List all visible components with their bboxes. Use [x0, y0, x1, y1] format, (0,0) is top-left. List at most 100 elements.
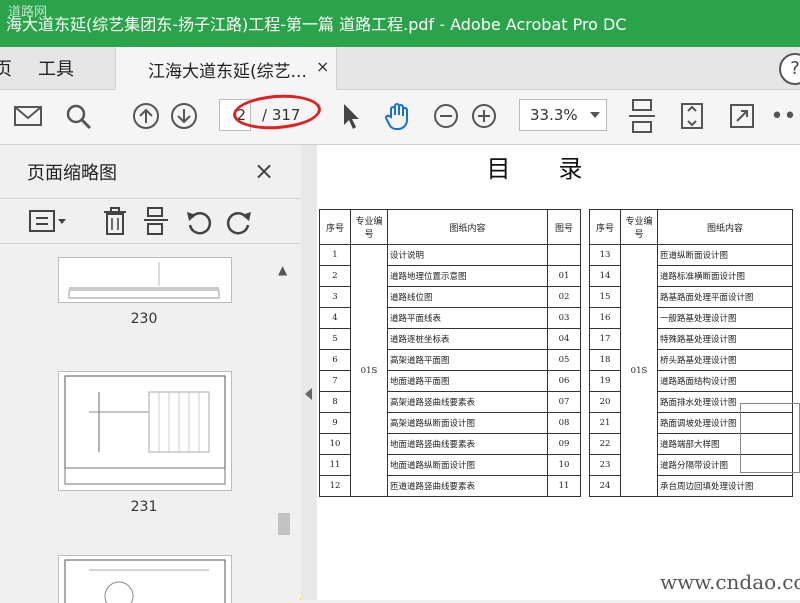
scrollbar-thumb[interactable] [278, 513, 290, 535]
row-number: 1 [319, 244, 351, 266]
table-row: 18 桥头路基处理设计图 [589, 349, 793, 371]
sidebar-title: 页面缩略图 [27, 163, 117, 184]
drawing-code: 05 [547, 349, 581, 371]
search-button[interactable] [60, 98, 96, 134]
row-number: 7 [319, 370, 351, 392]
drawing-code: 10 [547, 454, 581, 476]
header-speciality: 专业编号 [350, 209, 388, 245]
rotate-right-icon[interactable] [226, 207, 254, 235]
cursor-arrow-icon [344, 104, 359, 129]
row-number: 2 [319, 265, 351, 287]
full-screen-button[interactable] [724, 98, 760, 134]
pdf-page: 目录 序号 专业编号 图纸内容 图号 1 01S 设计说明 2 道路地理位置示意图 01 3… [317, 145, 800, 600]
row-number: 20 [589, 391, 621, 413]
catalog-left-body: 1 01S 设计说明 2 道路地理位置示意图 01 3 道路线位图 02 4 道路平面线表 03 5 道路… [319, 244, 581, 497]
document-tab[interactable]: 江海大道东延(综艺... × [115, 47, 337, 90]
row-number: 21 [589, 412, 621, 434]
row-number: 14 [589, 265, 621, 287]
expand-icon [730, 104, 754, 128]
thumbnail-label-231: 231 [130, 499, 158, 515]
minus-circle-icon [434, 104, 458, 128]
fit-page-button[interactable] [624, 98, 660, 134]
row-number: 10 [319, 433, 351, 455]
drawing-name: 地面道路平面图 [387, 370, 548, 392]
next-page-button[interactable] [166, 98, 202, 134]
close-tab-icon[interactable]: × [316, 57, 329, 76]
extract-pages-icon[interactable] [142, 206, 170, 236]
arrow-up-icon [133, 103, 159, 129]
thumbnail-options-icon[interactable] [28, 207, 68, 235]
drawing-name: 设计说明 [387, 244, 548, 266]
header-code: 图号 [547, 209, 581, 245]
zoom-level-value: 33.3% [530, 106, 578, 124]
thumbnail-preview [64, 559, 226, 603]
drawing-code: 04 [547, 328, 581, 350]
thumbnail-page-230[interactable] [58, 257, 232, 303]
document-tab-label: 江海大道东延(综艺... [148, 62, 307, 82]
trash-icon[interactable] [102, 206, 128, 236]
zoom-in-button[interactable] [466, 98, 502, 134]
thumbnail-scrollbar[interactable]: ▲ [275, 258, 293, 600]
toolbar: 2 / 317 33.3% ••• [0, 90, 800, 145]
drawing-name: 地面道路纵断面设计图 [387, 454, 548, 476]
thumbnail-list: 230 231 [0, 243, 270, 603]
table-row: 24 承台周边回填处理设计图 [589, 475, 793, 497]
drawing-name: 道路路面结构设计图 [657, 370, 793, 392]
title-bar: 道路网 海大道东延(综艺集团东-扬子江路)工程-第一篇 道路工程.pdf - A… [0, 0, 800, 47]
zoom-out-button[interactable] [428, 98, 464, 134]
row-number: 12 [319, 475, 351, 497]
sidebar-collapse-strip[interactable] [301, 145, 317, 600]
drawing-code [547, 244, 581, 266]
drawing-name: 道路地理位置示意图 [387, 265, 548, 287]
rotate-left-icon[interactable] [184, 207, 212, 235]
thumbnail-preview [68, 262, 220, 299]
thumbnail-page-231[interactable] [58, 371, 232, 491]
window-title: 海大道东延(综艺集团东-扬子江路)工程-第一篇 道路工程.pdf - Adobe… [6, 15, 627, 34]
row-number: 16 [589, 307, 621, 329]
drawing-name: 高架道路竖曲线要素表 [387, 391, 548, 413]
table-row: 13 01S 匝道纵断面设计图 [589, 244, 793, 497]
row-number: 13 [589, 244, 621, 266]
row-number: 22 [589, 433, 621, 455]
pdf-title: 目录 [486, 155, 631, 183]
hand-tool-button[interactable] [380, 98, 416, 134]
envelope-icon [14, 106, 42, 126]
table-row: 1 01S 设计说明 [319, 244, 581, 497]
menu-item-home[interactable]: 页 [0, 55, 12, 81]
table-row: 14 道路标准横断面设计图 [589, 265, 793, 287]
drawing-name: 特殊路基处理设计图 [657, 328, 793, 350]
drawing-code: 11 [547, 475, 581, 497]
thumbnail-page-232[interactable] [58, 555, 232, 603]
drawing-code: 02 [547, 286, 581, 308]
catalog-table-left: 序号 专业编号 图纸内容 图号 1 01S 设计说明 2 道路地理位置示意图 01 3 道路线… [319, 209, 581, 497]
chevron-down-icon [590, 112, 600, 118]
email-button[interactable] [10, 98, 46, 134]
table-row: 19 道路路面结构设计图 [589, 370, 793, 392]
header-speciality: 专业编号 [620, 209, 658, 245]
speciality-code: 01S [620, 244, 658, 497]
menu-item-tools[interactable]: 工具 [38, 55, 74, 81]
thumbnail-label-230: 230 [130, 311, 158, 327]
scroll-mode-button[interactable] [674, 98, 710, 134]
row-number: 6 [319, 349, 351, 371]
scroll-up-icon[interactable]: ▲ [278, 263, 287, 277]
search-icon [66, 104, 92, 130]
watermark-text: www.cndao.com [660, 570, 800, 594]
more-options-button[interactable]: ••• [771, 98, 800, 134]
drawing-name: 一般路基处理设计图 [657, 307, 793, 329]
drawing-code: 03 [547, 307, 581, 329]
header-no: 序号 [319, 209, 351, 245]
row-number: 15 [589, 286, 621, 308]
select-tool-button[interactable] [332, 98, 368, 134]
previous-page-button[interactable] [128, 98, 164, 134]
row-number: 4 [319, 307, 351, 329]
close-icon[interactable]: × [254, 157, 274, 185]
drawing-code: 01 [547, 265, 581, 287]
hand-icon [385, 103, 408, 130]
drawing-code: 06 [547, 370, 581, 392]
row-number: 8 [319, 391, 351, 413]
drawing-name: 道路标准横断面设计图 [657, 265, 793, 287]
table-row: 15 路基路面处理平面设计图 [589, 286, 793, 308]
row-number: 9 [319, 412, 351, 434]
zoom-level-select[interactable]: 33.3% [519, 99, 607, 131]
